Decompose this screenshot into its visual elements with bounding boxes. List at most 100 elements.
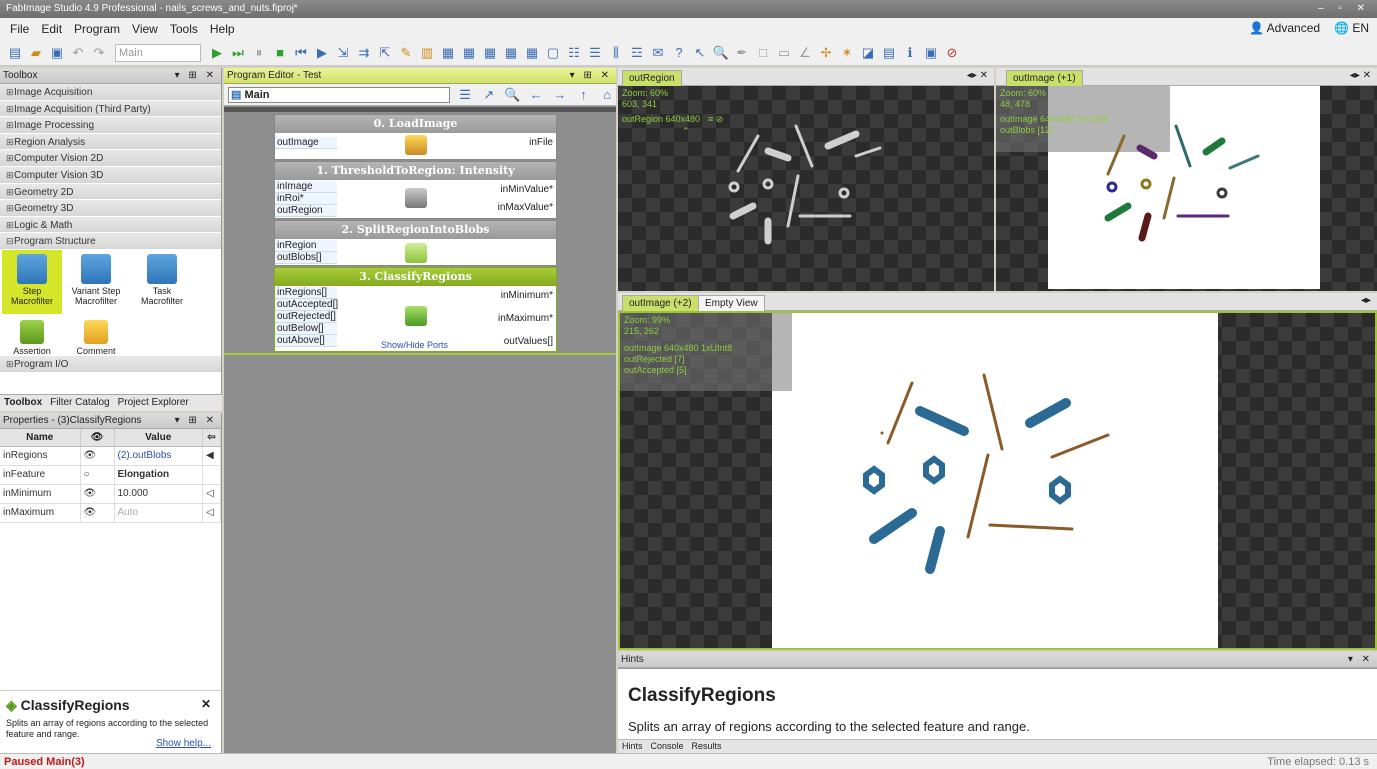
forward-icon[interactable]: → xyxy=(551,86,569,104)
menu-program[interactable]: Program xyxy=(74,22,120,36)
rect-icon[interactable]: □ xyxy=(754,44,772,62)
layout-icon-4[interactable]: ▦ xyxy=(502,44,520,62)
prop-value[interactable]: Elongation xyxy=(114,465,203,485)
port-inregion[interactable]: inRegion xyxy=(275,240,337,252)
panel-icon-3[interactable]: ☰ xyxy=(586,44,604,62)
port-outrejected[interactable]: outRejected[] xyxy=(275,311,337,323)
mode-selector[interactable]: 👤 Advanced xyxy=(1249,21,1320,35)
category-image-acquisition-third-party[interactable]: ⊞Image Acquisition (Third Party) xyxy=(0,100,221,118)
help-icon[interactable]: ? xyxy=(670,44,688,62)
zoom-icon[interactable]: 🔍 xyxy=(712,44,730,62)
grid-icon[interactable]: ▤ xyxy=(880,44,898,62)
run-icon[interactable]: ▶ xyxy=(208,44,226,62)
tab-toolbox[interactable]: Toolbox xyxy=(4,395,42,411)
tile-variant-step-macrofilter[interactable]: Variant Step Macrofilter xyxy=(66,250,126,306)
crosshair-icon[interactable]: ✢ xyxy=(817,44,835,62)
tab-outimage-2[interactable]: outImage (+2) xyxy=(622,295,699,311)
port-outblobs[interactable]: outBlobs[] xyxy=(275,252,337,264)
link-icon[interactable]: ◁ xyxy=(202,503,221,523)
tile-assertion[interactable]: Assertion xyxy=(2,316,62,356)
block-splitregionintoblobs[interactable]: 2. SplitRegionIntoBlobs inRegion outBlob… xyxy=(274,220,557,266)
open-icon[interactable]: ▰ xyxy=(27,44,45,62)
redo-icon[interactable]: ↷ xyxy=(90,44,108,62)
star-icon[interactable]: ✶ xyxy=(838,44,856,62)
port-outregion[interactable]: outRegion xyxy=(275,205,337,217)
step-over-icon[interactable]: ⇉ xyxy=(355,44,373,62)
tile-task-macrofilter[interactable]: Task Macrofilter xyxy=(132,250,192,306)
port-inregions[interactable]: inRegions[] xyxy=(275,287,337,299)
viewer3-outimage[interactable]: Zoom: 99% 215, 262 outImage 640x480 1xUI… xyxy=(618,311,1377,650)
viewer2-controls[interactable]: ◂▸ ✕ xyxy=(1350,70,1371,81)
chart-icon[interactable]: ◪ xyxy=(859,44,877,62)
port-inimage[interactable]: inImage xyxy=(275,181,337,193)
viewer3-controls[interactable]: ◂▸ xyxy=(1361,295,1371,306)
prop-value[interactable]: (2).outBlobs xyxy=(114,446,203,466)
category-computer-vision-2d[interactable]: ⊞Computer Vision 2D xyxy=(0,150,221,167)
layout-icon-1[interactable]: ▦ xyxy=(439,44,457,62)
pen-icon[interactable]: ✒ xyxy=(733,44,751,62)
eye-icon[interactable]: 👁 xyxy=(80,484,115,504)
eye-icon[interactable]: ○ xyxy=(80,465,115,485)
port-inmaximum[interactable]: inMaximum* xyxy=(498,313,556,324)
tab-results[interactable]: Results xyxy=(692,740,722,753)
back-icon[interactable]: ← xyxy=(527,86,545,104)
viewer2-outimage[interactable]: Zoom: 60% 48, 478 outImage 640x480 1xUIn… xyxy=(996,86,1377,291)
panel-icon-2[interactable]: ☷ xyxy=(565,44,583,62)
step-icon[interactable]: ▶ xyxy=(313,44,331,62)
port-inmaxvalue[interactable]: inMaxValue* xyxy=(498,202,556,213)
category-logic-math[interactable]: ⊞Logic & Math xyxy=(0,216,221,234)
panel-icon-1[interactable]: ▢ xyxy=(544,44,562,62)
info-icon[interactable]: ℹ xyxy=(901,44,919,62)
search-icon[interactable]: 🔍 xyxy=(504,86,522,104)
menu-tools[interactable]: Tools xyxy=(170,22,198,36)
port-inminimum[interactable]: inMinimum* xyxy=(501,290,556,301)
help-close-icon[interactable]: ✕ xyxy=(201,697,211,711)
table-row[interactable]: inFeature ○ Elongation xyxy=(0,465,221,485)
link-icon[interactable]: ◀ xyxy=(202,446,221,466)
block-thresholdtoregion[interactable]: 1. ThresholdToRegion: Intensity inImage … xyxy=(274,161,557,219)
port-infile[interactable]: inFile xyxy=(529,137,556,148)
category-program-structure[interactable]: ⊟Program Structure xyxy=(0,233,221,250)
table-row[interactable]: inRegions 👁 (2).outBlobs ◀ xyxy=(0,446,221,466)
layout-icon-3[interactable]: ▦ xyxy=(481,44,499,62)
home-icon[interactable]: ⌂ xyxy=(598,86,616,104)
statistics-icon[interactable]: ▥ xyxy=(418,44,436,62)
pause-icon[interactable]: ⏸ xyxy=(250,44,268,62)
rect2-icon[interactable]: ▭ xyxy=(775,44,793,62)
new-icon[interactable]: ▤ xyxy=(6,44,24,62)
step-out-icon[interactable]: ⇱ xyxy=(376,44,394,62)
tab-console[interactable]: Console xyxy=(651,740,684,753)
link-icon[interactable]: ◁ xyxy=(202,484,221,504)
port-outvalues[interactable]: outValues[] xyxy=(504,336,556,347)
properties-controls[interactable]: ▾ ⊞ ✕ xyxy=(175,413,217,429)
pointer-icon[interactable]: ↖ xyxy=(691,44,709,62)
save-icon[interactable]: ▣ xyxy=(48,44,66,62)
macrofilter-selector[interactable]: ▤ Main xyxy=(228,86,451,103)
program-combo[interactable]: Main xyxy=(115,43,201,62)
step-into-icon[interactable]: ⇲ xyxy=(334,44,352,62)
eye-icon[interactable]: 👁 xyxy=(80,503,115,523)
tab-project-explorer[interactable]: Project Explorer xyxy=(118,395,189,411)
layout-icon-5[interactable]: ▦ xyxy=(523,44,541,62)
hints-controls[interactable]: ▾ ✕ xyxy=(1348,652,1373,668)
step-back-icon[interactable]: ⏮ xyxy=(292,44,310,62)
eye-icon[interactable]: 👁 xyxy=(80,446,115,466)
show-hide-ports-link[interactable]: Show/Hide Ports xyxy=(381,340,448,350)
menu-file[interactable]: File xyxy=(10,22,29,36)
undo-icon[interactable]: ↶ xyxy=(69,44,87,62)
block-classifyregions[interactable]: 3. ClassifyRegions inRegions[] outAccept… xyxy=(274,267,557,352)
menu-view[interactable]: View xyxy=(132,22,158,36)
menu-edit[interactable]: Edit xyxy=(41,22,62,36)
prop-value[interactable]: 10.000 xyxy=(114,484,203,504)
tab-empty-view[interactable]: Empty View xyxy=(698,295,765,311)
tool-icon[interactable]: ✎ xyxy=(397,44,415,62)
tile-comment[interactable]: Comment xyxy=(66,316,126,356)
prop-value[interactable]: Auto xyxy=(114,503,203,523)
category-computer-vision-3d[interactable]: ⊞Computer Vision 3D xyxy=(0,166,221,184)
angle-icon[interactable]: ∠ xyxy=(796,44,814,62)
list-icon[interactable]: ☰ xyxy=(456,86,474,104)
category-image-acquisition[interactable]: ⊞Image Acquisition xyxy=(0,84,221,101)
port-outimage[interactable]: outImage xyxy=(275,137,337,149)
port-outbelow[interactable]: outBelow[] xyxy=(275,323,337,335)
table-row[interactable]: inMinimum 👁 10.000 ◁ xyxy=(0,484,221,504)
